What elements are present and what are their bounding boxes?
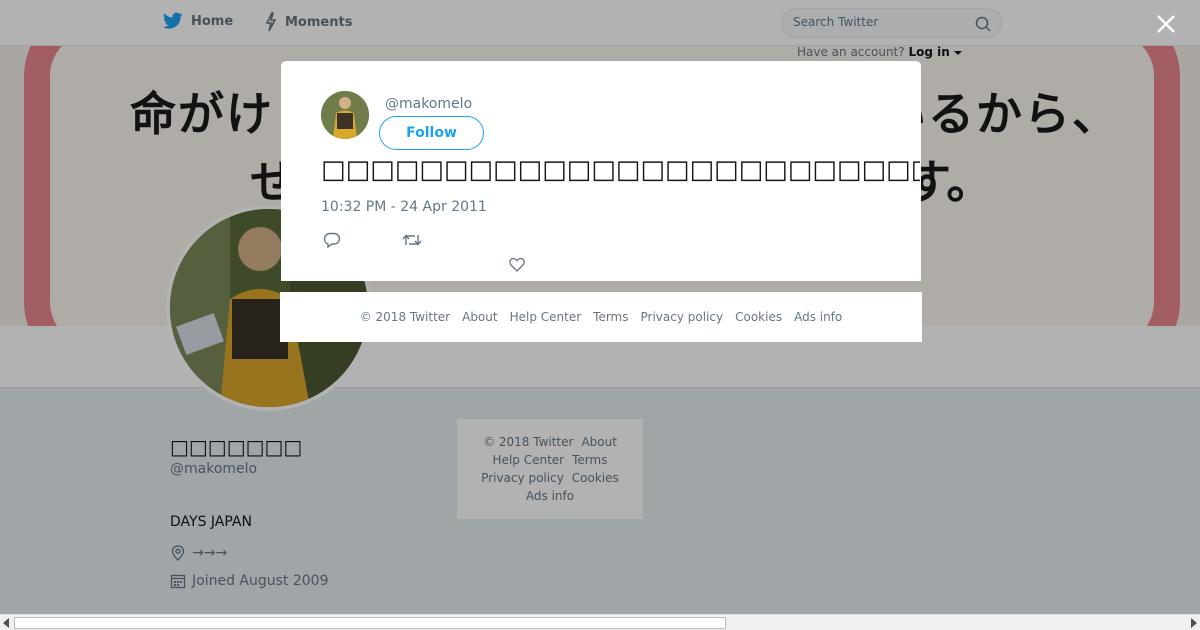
modal-footer-ads[interactable]: Ads info — [794, 310, 842, 324]
tweet-timestamp[interactable]: 10:32 PM - 24 Apr 2011 — [321, 199, 487, 215]
tweet-author-handle[interactable]: @makomelo — [385, 96, 472, 112]
scrollbar-thumb[interactable] — [14, 617, 726, 629]
like-icon[interactable] — [509, 257, 525, 272]
modal-footer-help[interactable]: Help Center — [510, 310, 582, 324]
modal-footer-terms[interactable]: Terms — [593, 310, 628, 324]
tweet-text: □□□□□□□□□□□□□□□□□□□□□□□□□□□□□□□□□□□□□□□□… — [321, 155, 920, 185]
modal-footer-privacy[interactable]: Privacy policy — [641, 310, 724, 324]
scroll-left-arrow-icon[interactable] — [3, 618, 9, 628]
author-photo — [321, 91, 369, 139]
tweet-modal: @makomelo Follow □□□□□□□□□□□□□□□□□□□□□□□… — [281, 61, 921, 281]
follow-button[interactable]: Follow — [379, 116, 484, 150]
tweet-author-avatar[interactable] — [321, 91, 369, 139]
modal-footer-copyright: © 2018 Twitter — [359, 310, 451, 324]
modal-footer-cookies[interactable]: Cookies — [735, 310, 782, 324]
scroll-right-arrow-icon[interactable] — [1191, 618, 1197, 628]
horizontal-scrollbar[interactable] — [0, 614, 1200, 630]
reply-icon[interactable] — [323, 232, 341, 248]
modal-footer: © 2018 Twitter About Help Center Terms P… — [280, 292, 922, 342]
modal-footer-about[interactable]: About — [462, 310, 497, 324]
retweet-icon[interactable] — [402, 233, 422, 247]
close-icon[interactable] — [1154, 12, 1178, 36]
